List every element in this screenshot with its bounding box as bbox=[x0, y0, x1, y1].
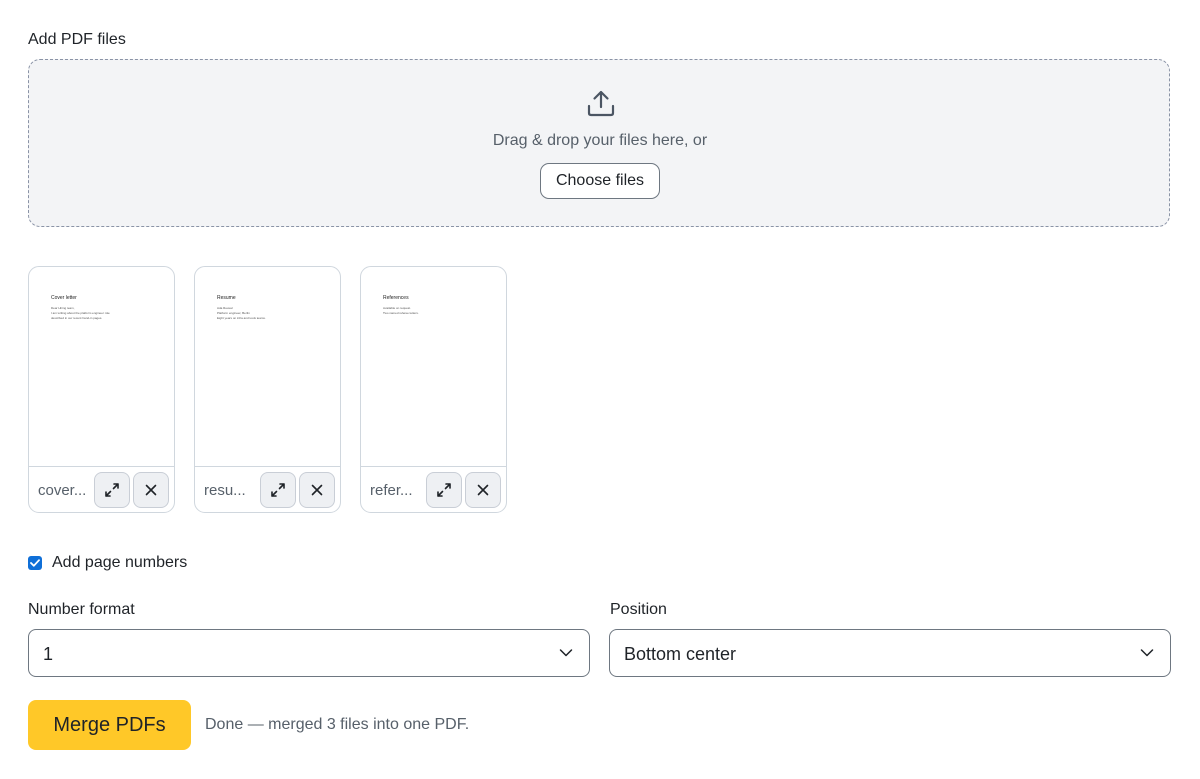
file-card-footer: refer... bbox=[361, 466, 506, 512]
position-value: Bottom center bbox=[624, 644, 737, 664]
thumbnail-line: Available on request. bbox=[383, 306, 411, 310]
close-icon bbox=[477, 484, 489, 496]
expand-arrows-icon bbox=[437, 483, 451, 497]
thumbnail-line: Two named referee letters. bbox=[383, 311, 419, 315]
file-card-footer: cover... bbox=[29, 466, 174, 512]
number-format-select[interactable]: 1 bbox=[28, 629, 590, 677]
page-numbers-label[interactable]: Add page numbers bbox=[52, 554, 187, 572]
thumbnail-line: described in our recent hand-in pages. bbox=[51, 316, 103, 320]
page-thumbnail[interactable]: Resume Ada Reveal Platform engineer, Ber… bbox=[195, 267, 340, 466]
number-format-label: Number format bbox=[28, 601, 135, 618]
checkmark-icon bbox=[30, 559, 40, 567]
file-name: refer... bbox=[370, 482, 413, 499]
page-thumbnail[interactable]: References Available on request. Two nam… bbox=[361, 267, 506, 466]
close-icon bbox=[311, 484, 323, 496]
dropzone-instructions: Drag & drop your files here, or bbox=[492, 132, 708, 149]
position-label: Position bbox=[610, 601, 667, 618]
expand-preview-button[interactable] bbox=[94, 472, 130, 508]
thumbnail-line: Eight years on infra and tools teams. bbox=[217, 316, 266, 320]
thumbnail-line: I am writing about the platform engineer… bbox=[51, 311, 110, 315]
page-numbers-checkbox[interactable] bbox=[28, 556, 42, 570]
number-format-value: 1 bbox=[43, 644, 54, 664]
expand-arrows-icon bbox=[105, 483, 119, 497]
merge-pdfs-button[interactable]: Merge PDFs bbox=[28, 700, 191, 750]
chevron-down-icon bbox=[1140, 649, 1154, 657]
thumbnail-title: Cover letter bbox=[51, 295, 77, 301]
choose-files-button[interactable]: Choose files bbox=[540, 163, 660, 199]
position-select[interactable]: Bottom center bbox=[609, 629, 1171, 677]
file-card: Cover letter Dear Hiring team, I am writ… bbox=[28, 266, 175, 513]
add-files-heading: Add PDF files bbox=[28, 31, 126, 48]
chevron-down-icon bbox=[559, 649, 573, 657]
remove-file-button[interactable] bbox=[133, 472, 169, 508]
thumbnail-title: Resume bbox=[217, 295, 236, 301]
file-card: Resume Ada Reveal Platform engineer, Ber… bbox=[194, 266, 341, 513]
expand-arrows-icon bbox=[271, 483, 285, 497]
upload-icon bbox=[587, 90, 615, 117]
remove-file-button[interactable] bbox=[465, 472, 501, 508]
close-icon bbox=[145, 484, 157, 496]
thumbnail-title: References bbox=[383, 295, 409, 301]
expand-preview-button[interactable] bbox=[426, 472, 462, 508]
thumbnail-line: Ada Reveal bbox=[217, 306, 233, 310]
merge-status-message: Done — merged 3 files into one PDF. bbox=[205, 716, 470, 733]
file-card-footer: resu... bbox=[195, 466, 340, 512]
expand-preview-button[interactable] bbox=[260, 472, 296, 508]
thumbnail-line: Platform engineer, Berlin bbox=[217, 311, 250, 315]
file-card: References Available on request. Two nam… bbox=[360, 266, 507, 513]
file-name: resu... bbox=[204, 482, 246, 499]
remove-file-button[interactable] bbox=[299, 472, 335, 508]
page-thumbnail[interactable]: Cover letter Dear Hiring team, I am writ… bbox=[29, 267, 174, 466]
file-name: cover... bbox=[38, 482, 87, 499]
thumbnail-line: Dear Hiring team, bbox=[51, 306, 75, 310]
